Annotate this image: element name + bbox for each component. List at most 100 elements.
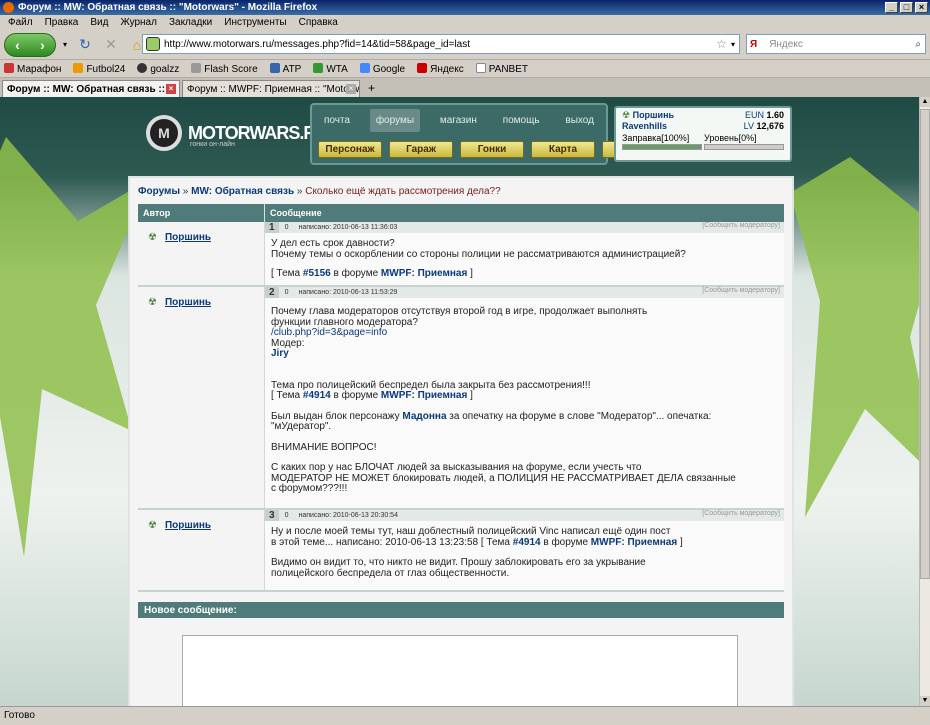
post-author: ☢ Поршинь bbox=[138, 222, 265, 285]
post-message: 3 0 написано: 2010-06-13 20:30:54 [Сообщ… bbox=[265, 510, 784, 590]
close-tab-icon[interactable]: × bbox=[346, 84, 356, 94]
forum-ref-link[interactable]: MWPF: Приемная bbox=[591, 537, 677, 548]
topic-ref-link[interactable]: #4914 bbox=[303, 390, 331, 401]
bookmark-star-icon[interactable]: ☆ bbox=[716, 37, 727, 51]
bookmark-item[interactable]: Марафон bbox=[4, 62, 61, 75]
post-row: ☢ Поршинь 1 0 написано: 2010-06-13 11:36… bbox=[138, 222, 784, 287]
breadcrumb: Форумы » MW: Обратная связь » Сколько ещ… bbox=[138, 186, 501, 197]
new-tab-icon[interactable]: + bbox=[362, 79, 381, 97]
history-dropdown-icon[interactable]: ▾ bbox=[60, 34, 70, 56]
menu-help[interactable]: Справка bbox=[293, 17, 344, 28]
post-message: 2 0 написано: 2010-06-13 11:53:29 [Сообщ… bbox=[265, 287, 784, 508]
breadcrumb-topic: Сколько ещё ждать рассмотрения дела?? bbox=[305, 186, 501, 197]
bookmark-item[interactable]: Яндекс bbox=[417, 62, 464, 75]
topic-ref-link[interactable]: #5156 bbox=[303, 268, 331, 279]
moderator-link[interactable]: Jiry bbox=[271, 348, 289, 359]
logo-subtitle: гонки он-лайн bbox=[190, 141, 235, 148]
menu-view[interactable]: Вид bbox=[84, 17, 114, 28]
bookmark-item[interactable]: goalzz bbox=[137, 62, 179, 75]
character-link[interactable]: Мадонна bbox=[402, 411, 446, 422]
status-bar: Готово bbox=[0, 706, 930, 725]
report-link[interactable]: [Сообщить модератору] bbox=[702, 287, 780, 294]
post-meta: 3 0 написано: 2010-06-13 20:30:54 [Сообщ… bbox=[265, 510, 784, 521]
stop-icon[interactable]: ✕ bbox=[100, 34, 122, 56]
maximize-button[interactable]: □ bbox=[900, 2, 913, 13]
address-url[interactable]: http://www.motorwars.ru/messages.php?fid… bbox=[164, 39, 716, 50]
vertical-scrollbar[interactable]: ▲ ▼ bbox=[919, 97, 930, 706]
back-icon[interactable]: ‹ bbox=[15, 37, 20, 53]
decorative-splash bbox=[790, 157, 919, 517]
bookmark-item[interactable]: Flash Score bbox=[191, 62, 258, 75]
author-link[interactable]: Поршинь bbox=[165, 297, 211, 308]
bookmark-item[interactable]: Google bbox=[359, 62, 405, 75]
post-text: Почему глава модераторов отсутствуя втор… bbox=[271, 306, 648, 317]
breadcrumb-separator: » bbox=[294, 186, 306, 197]
menu-file[interactable]: Файл bbox=[2, 17, 39, 28]
menu-edit[interactable]: Правка bbox=[39, 17, 85, 28]
forward-icon[interactable]: › bbox=[40, 37, 45, 53]
forum-ref-link[interactable]: MWPF: Приемная bbox=[381, 390, 467, 401]
post-rating: 0 bbox=[284, 289, 289, 296]
bookmark-item[interactable]: PANBET bbox=[475, 62, 528, 75]
search-box[interactable]: Я Яндекс ⌕ bbox=[746, 34, 926, 54]
bookmark-item[interactable]: Futbol24 bbox=[73, 62, 125, 75]
post-text: С каких пор у нас БЛОЧАТ людей за высказ… bbox=[271, 462, 642, 473]
menu-history[interactable]: Журнал bbox=[114, 17, 163, 28]
post-number: 2 bbox=[265, 287, 279, 298]
menu-tools[interactable]: Инструменты bbox=[218, 17, 292, 28]
post-number: 1 bbox=[265, 222, 279, 233]
page-viewport: M MOTORWARS.RU гонки он-лайн почта форум… bbox=[0, 97, 919, 706]
breadcrumb-forums[interactable]: Форумы bbox=[138, 186, 180, 197]
nav-logout[interactable]: выход bbox=[559, 109, 600, 132]
bookmark-item[interactable]: ATP bbox=[269, 62, 301, 75]
player-team[interactable]: Ravenhills bbox=[622, 121, 667, 131]
subnav-character[interactable]: Персонаж bbox=[318, 141, 382, 158]
site-logo[interactable]: M MOTORWARS.RU гонки он-лайн bbox=[146, 115, 328, 151]
subnav-races[interactable]: Гонки bbox=[460, 141, 524, 158]
search-icon[interactable]: ⌕ bbox=[915, 39, 921, 50]
eun-value: 1.60 bbox=[766, 110, 784, 120]
scroll-down-icon[interactable]: ▼ bbox=[920, 696, 930, 706]
address-dropdown-icon[interactable]: ▾ bbox=[731, 40, 735, 49]
tab-bar: Форум :: MW: Обратная связь :: ... × Фор… bbox=[0, 78, 930, 97]
search-engine-label[interactable]: Я bbox=[750, 39, 757, 50]
scrollbar-thumb[interactable] bbox=[920, 109, 930, 579]
message-textarea[interactable] bbox=[182, 635, 738, 706]
bookmark-item[interactable]: WTA bbox=[313, 62, 348, 75]
user-icon: ☢ bbox=[148, 297, 157, 308]
author-link[interactable]: Поршинь bbox=[165, 232, 211, 243]
tab-forum-feedback[interactable]: Форум :: MW: Обратная связь :: ... × bbox=[2, 80, 180, 97]
subnav-garage[interactable]: Гараж bbox=[389, 141, 453, 158]
player-name[interactable]: Поршинь bbox=[633, 110, 674, 120]
fuel-bar-fill bbox=[623, 145, 701, 149]
post-text: Модер: bbox=[271, 337, 305, 349]
subnav-map[interactable]: Карта bbox=[531, 141, 595, 158]
firefox-icon bbox=[3, 2, 14, 13]
nav-mail[interactable]: почта bbox=[318, 109, 356, 132]
author-link[interactable]: Поршинь bbox=[165, 520, 211, 531]
reload-icon[interactable]: ↻ bbox=[74, 34, 96, 56]
club-link[interactable]: /club.php?id=3&page=info bbox=[271, 327, 778, 339]
nav-shop[interactable]: магазин bbox=[434, 109, 483, 132]
close-button[interactable]: × bbox=[915, 2, 928, 13]
post-meta: 1 0 написано: 2010-06-13 11:36:03 [Сообщ… bbox=[265, 222, 784, 233]
forum-ref-link[interactable]: MWPF: Приемная bbox=[381, 268, 467, 279]
breadcrumb-section[interactable]: MW: Обратная связь bbox=[191, 186, 294, 197]
nav-forums[interactable]: форумы bbox=[369, 109, 421, 132]
minimize-button[interactable]: _ bbox=[885, 2, 898, 13]
scroll-up-icon[interactable]: ▲ bbox=[920, 97, 930, 107]
menu-bookmarks[interactable]: Закладки bbox=[163, 17, 218, 28]
level-label: Уровень[0%] bbox=[704, 133, 757, 143]
report-link[interactable]: [Сообщить модератору] bbox=[702, 510, 780, 517]
site-favicon bbox=[146, 37, 160, 51]
report-link[interactable]: [Сообщить модератору] bbox=[702, 222, 780, 229]
bookmark-icon bbox=[269, 62, 280, 73]
address-bar[interactable]: http://www.motorwars.ru/messages.php?fid… bbox=[142, 34, 740, 54]
google-icon bbox=[359, 62, 370, 73]
breadcrumb-separator: » bbox=[180, 186, 192, 197]
post-text: за опечатку на форуме в слове "Модератор… bbox=[446, 410, 712, 422]
tab-forum-reception[interactable]: Форум :: MWPF: Приемная :: "Motorw..." × bbox=[182, 80, 360, 97]
topic-ref-link[interactable]: #4914 bbox=[513, 537, 541, 548]
close-tab-icon[interactable]: × bbox=[166, 84, 176, 94]
nav-help[interactable]: помощь bbox=[497, 109, 546, 132]
